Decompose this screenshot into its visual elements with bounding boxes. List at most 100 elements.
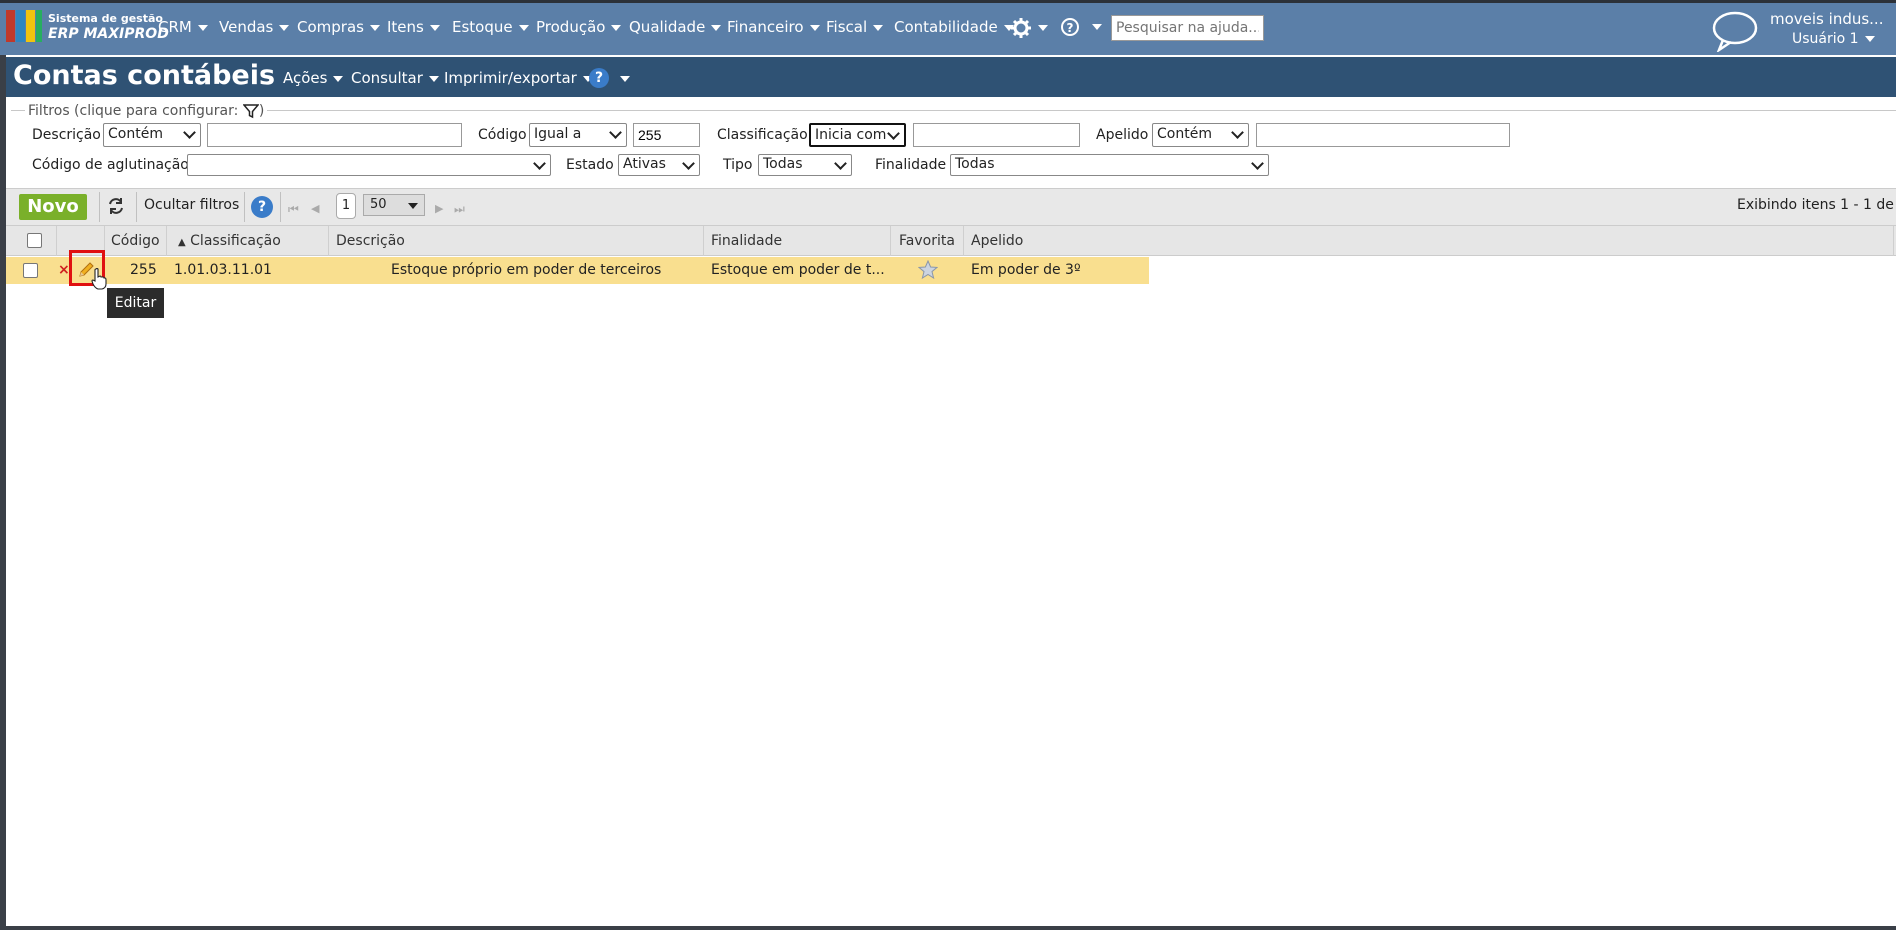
menu-label: Consultar [351,69,423,87]
imprimir-exportar-menu[interactable]: Imprimir/exportar [444,69,593,87]
classificacao-operator-select[interactable]: Inicia com [809,123,906,147]
first-page-icon[interactable]: ⏮ [288,202,299,217]
column-header-finalidade[interactable]: Finalidade [711,233,782,249]
help-search-input[interactable] [1111,15,1264,41]
nav-label: Estoque [452,18,513,36]
descricao-operator-select[interactable]: Contém [103,123,201,147]
user-menu[interactable]: Usuário 1 [1792,31,1875,47]
codigo-input[interactable] [633,123,700,147]
delete-icon[interactable]: × [58,262,70,278]
items-count: Exibindo itens 1 - 1 de 1 [1737,197,1896,213]
cell-descricao: Estoque próprio em poder de terceiros [391,262,662,278]
column-header-classificacao[interactable]: ▲ Classificação [178,233,281,249]
toolbar-divider [99,192,100,222]
nav-itens[interactable]: Itens [387,18,440,36]
apelido-input[interactable] [1256,123,1510,147]
edit-tooltip: Editar [107,288,164,318]
chevron-down-icon [183,126,196,139]
ocultar-filtros-button[interactable]: Ocultar filtros [144,197,239,213]
chevron-down-icon [834,157,847,170]
nav-label: Itens [387,18,424,36]
caret-down-icon [518,24,529,31]
nav-contabilidade[interactable]: Contabilidade [894,18,1014,36]
caret-down-icon [429,24,440,31]
caret-down-icon [279,24,290,31]
nav-compras[interactable]: Compras [297,18,380,36]
select-value: Todas [763,156,803,172]
descricao-input[interactable] [207,123,462,147]
select-value: Inicia com [815,127,887,143]
question-circle-icon[interactable]: ? [589,68,609,88]
filters-legend[interactable]: Filtros (clique para configurar: ) [25,103,268,119]
refresh-icon[interactable] [107,197,125,219]
classificacao-input[interactable] [913,123,1080,147]
nav-label: Fiscal [826,18,868,36]
settings-menu[interactable] [1010,17,1048,39]
column-header-codigo[interactable]: Código [111,233,160,249]
caret-down-icon [620,75,630,82]
nav-label: CRM [158,18,192,36]
cell-finalidade: Estoque em poder de t... [711,262,885,278]
nav-label: Qualidade [629,18,706,36]
consultar-menu[interactable]: Consultar [351,69,439,87]
chevron-down-icon [1231,126,1244,139]
chevron-down-icon [1251,157,1264,170]
nav-producao[interactable]: Produção [536,18,622,36]
help-dropdown[interactable] [614,69,630,87]
menu-label: Ações [283,69,328,87]
nav-qualidade[interactable]: Qualidade [629,18,722,36]
cell-apelido: Em poder de 3º [971,262,1081,278]
apelido-operator-select[interactable]: Contém [1152,123,1249,147]
column-header-descricao[interactable]: Descrição [336,233,405,249]
codigo-label: Código [478,127,527,143]
codigo-operator-select[interactable]: Igual a [529,123,627,147]
caret-down-icon [1038,25,1048,31]
nav-vendas[interactable]: Vendas [219,18,290,36]
nav-estoque[interactable]: Estoque [452,18,529,36]
page-title: Contas contábeis [13,60,276,91]
estado-select[interactable]: Ativas [618,154,700,176]
company-name[interactable]: moveis indus... [1770,10,1883,28]
last-page-icon[interactable]: ⏭ [454,202,465,217]
star-icon[interactable] [917,259,939,284]
caret-down-icon [711,24,722,31]
page-size-select[interactable]: 50 [363,194,425,216]
acoes-menu[interactable]: Ações [283,69,344,87]
erp-logo-icon[interactable] [6,10,44,42]
column-header-favorita[interactable]: Favorita [899,233,955,249]
gear-icon [1011,18,1031,38]
finalidade-select[interactable]: Todas [950,154,1269,176]
caret-down-icon [1864,36,1875,42]
row-checkbox[interactable] [23,263,38,278]
caret-down-icon [611,24,622,31]
caret-down-icon [333,75,344,82]
select-value: 50 [370,197,387,212]
estado-label: Estado [566,157,614,173]
aglutinacao-label: Código de aglutinação [32,157,189,173]
header-label: Classificação [190,233,281,249]
nav-financeiro[interactable]: Financeiro [727,18,820,36]
caret-down-icon [873,24,884,31]
select-value: Igual a [534,126,582,142]
question-circle-icon: ? [1061,18,1079,36]
prev-page-icon[interactable]: ◀ [311,202,319,215]
filters-legend-end: ) [258,103,265,119]
page-number[interactable]: 1 [336,193,356,219]
nav-label: Produção [536,18,606,36]
tipo-select[interactable]: Todas [758,154,852,176]
novo-button[interactable]: Novo [19,194,87,220]
question-circle-icon[interactable]: ? [251,196,273,218]
column-divider [703,226,704,256]
help-menu[interactable]: ? [1060,17,1102,37]
chat-bubble-icon[interactable] [1711,10,1759,56]
nav-fiscal[interactable]: Fiscal [826,18,884,36]
column-divider [963,226,964,256]
nav-crm[interactable]: CRM [158,18,208,36]
descricao-label: Descrição [32,127,101,143]
logo-subtitle: Sistema de gestão [48,12,163,25]
aglutinacao-select[interactable] [187,154,551,176]
next-page-icon[interactable]: ▶ [435,202,443,215]
svg-text:?: ? [1067,21,1074,35]
select-all-checkbox[interactable] [27,233,42,248]
column-header-apelido[interactable]: Apelido [971,233,1023,249]
